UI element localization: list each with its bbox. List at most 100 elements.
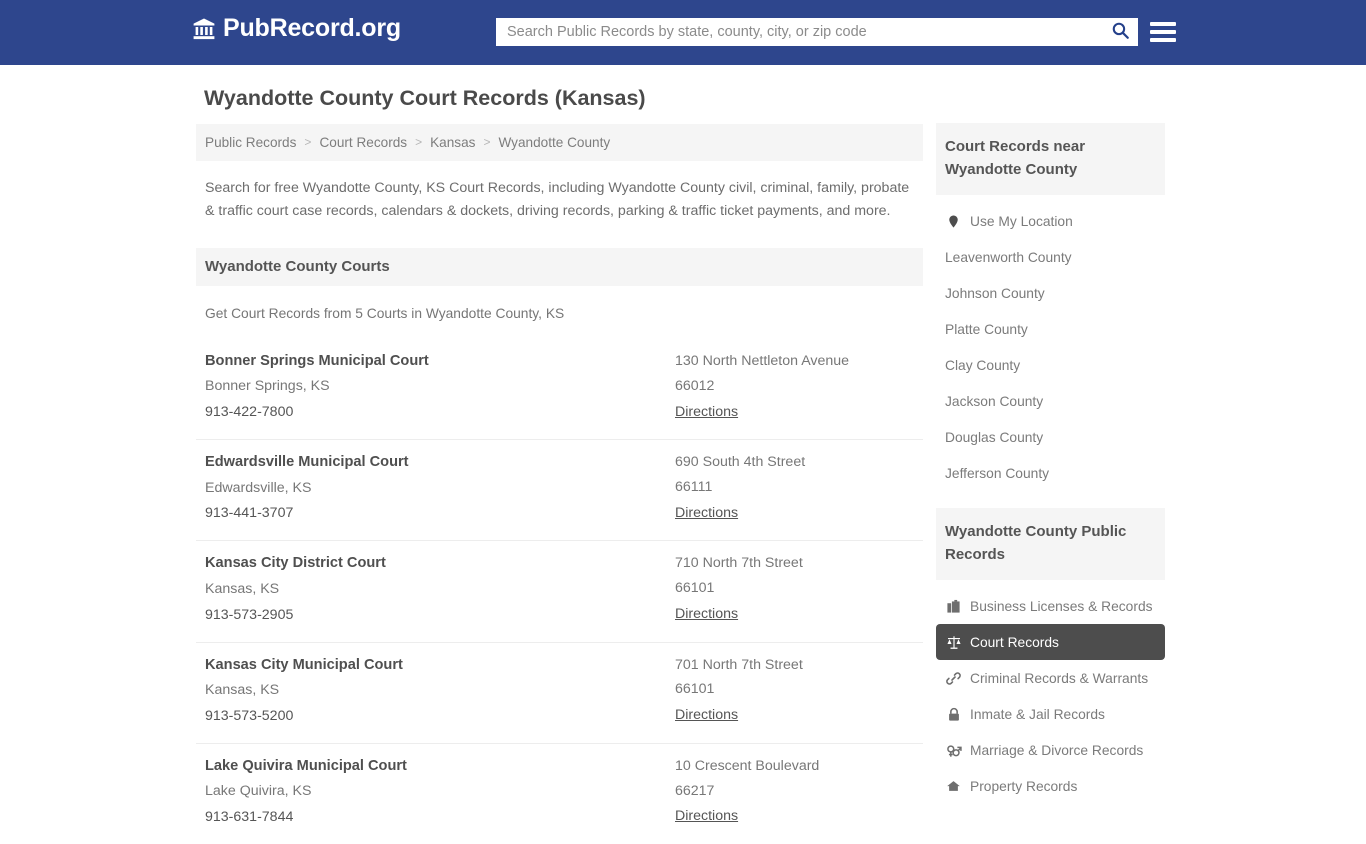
table-row: Lake Quivira Municipal Court Lake Quivir…	[196, 744, 923, 844]
sidebar-item-label: Property Records	[970, 778, 1078, 794]
briefcase-icon	[945, 598, 962, 615]
directions-link[interactable]: Directions	[675, 400, 738, 426]
table-row: Edwardsville Municipal Court Edwardsvill…	[196, 440, 923, 542]
breadcrumb-item-court-records[interactable]: Court Records	[319, 135, 407, 150]
sidebar-item-label: Jefferson County	[945, 465, 1050, 481]
hamburger-menu-icon[interactable]	[1150, 19, 1176, 45]
sidebar-item-business-licenses[interactable]: Business Licenses & Records	[936, 588, 1165, 624]
search-icon	[1111, 21, 1130, 43]
public-records-list: Business Licenses & Records Court Record…	[936, 588, 1165, 804]
hamburger-bar	[1150, 38, 1176, 42]
section-header-courts: Wyandotte County Courts	[196, 247, 923, 286]
courts-list: Bonner Springs Municipal Court Bonner Sp…	[196, 339, 923, 844]
breadcrumb-separator: >	[483, 135, 491, 150]
sidebar-item-johnson-county[interactable]: Johnson County	[936, 275, 1165, 311]
court-zip: 66101	[675, 681, 715, 698]
search-button[interactable]	[1102, 18, 1138, 46]
sidebar-item-jefferson-county[interactable]: Jefferson County	[936, 455, 1165, 491]
sidebar-item-label: Jackson County	[945, 393, 1044, 409]
court-details: Lake Quivira Municipal Court Lake Quivir…	[205, 754, 675, 831]
court-name-link[interactable]: Lake Quivira Municipal Court	[205, 754, 675, 780]
court-address: 10 Crescent Boulevard	[675, 757, 820, 774]
directions-link[interactable]: Directions	[675, 703, 738, 729]
sidebar-item-inmate-jail-records[interactable]: Inmate & Jail Records	[936, 696, 1165, 732]
court-details: Edwardsville Municipal Court Edwardsvill…	[205, 450, 675, 527]
sidebar-item-clay-county[interactable]: Clay County	[936, 347, 1165, 383]
court-city-state: Bonner Springs, KS	[205, 378, 330, 395]
sidebar-item-leavenworth-county[interactable]: Leavenworth County	[936, 239, 1165, 275]
page-body: Wyandotte County Court Records (Kansas) …	[0, 65, 1366, 825]
court-details: Kansas City District Court Kansas, KS 91…	[205, 551, 675, 628]
table-row: Kansas City Municipal Court Kansas, KS 9…	[196, 643, 923, 744]
sidebar-item-label: Marriage & Divorce Records	[970, 742, 1144, 758]
sidebar-item-label: Johnson County	[945, 285, 1045, 301]
sidebar-header-nearby: Court Records near Wyandotte County	[936, 123, 1165, 195]
sidebar-item-property-records[interactable]: Property Records	[936, 768, 1165, 804]
court-city-state: Lake Quivira, KS	[205, 783, 312, 800]
sidebar-item-douglas-county[interactable]: Douglas County	[936, 419, 1165, 455]
breadcrumb-separator: >	[415, 135, 423, 150]
site-logo-text: PubRecord.org	[223, 14, 401, 42]
court-address-block: 701 North 7th Street 66101 Directions	[675, 653, 914, 730]
sidebar-item-label: Court Records	[970, 634, 1059, 650]
breadcrumb-item-public-records[interactable]: Public Records	[205, 135, 296, 150]
table-row: Kansas City District Court Kansas, KS 91…	[196, 541, 923, 643]
site-logo-link[interactable]: PubRecord.org	[192, 16, 401, 41]
main-content: Wyandotte County Court Records (Kansas) …	[196, 85, 923, 844]
court-zip: 66012	[675, 377, 715, 394]
hamburger-bar	[1150, 22, 1176, 26]
sidebar-item-platte-county[interactable]: Platte County	[936, 311, 1165, 347]
court-phone[interactable]: 913-573-2905	[205, 607, 293, 623]
sidebar-item-label: Inmate & Jail Records	[970, 706, 1105, 722]
breadcrumb: Public Records > Court Records > Kansas …	[196, 123, 923, 161]
sidebar-item-label: Douglas County	[945, 429, 1044, 445]
court-address-block: 710 North 7th Street 66101 Directions	[675, 551, 914, 628]
court-address-block: 130 North Nettleton Avenue 66012 Directi…	[675, 349, 914, 426]
chain-link-icon	[945, 670, 962, 687]
court-zip: 66217	[675, 782, 715, 799]
sidebar-item-label: Leavenworth County	[945, 249, 1072, 265]
court-name-link[interactable]: Kansas City District Court	[205, 551, 675, 577]
house-icon	[945, 778, 962, 795]
directions-link[interactable]: Directions	[675, 501, 738, 527]
directions-link[interactable]: Directions	[675, 602, 738, 628]
court-details: Bonner Springs Municipal Court Bonner Sp…	[205, 349, 675, 426]
court-name-link[interactable]: Kansas City Municipal Court	[205, 653, 675, 679]
site-header: PubRecord.org	[0, 0, 1366, 65]
sidebar-item-label: Clay County	[945, 357, 1021, 373]
search-input[interactable]	[496, 18, 1102, 46]
court-address: 690 South 4th Street	[675, 454, 806, 471]
breadcrumb-item-kansas[interactable]: Kansas	[430, 135, 475, 150]
court-name-link[interactable]: Bonner Springs Municipal Court	[205, 349, 675, 375]
directions-link[interactable]: Directions	[675, 804, 738, 830]
court-phone[interactable]: 913-631-7844	[205, 809, 293, 825]
sidebar-item-court-records[interactable]: Court Records	[936, 624, 1165, 660]
court-phone[interactable]: 913-422-7800	[205, 404, 293, 420]
sidebar-item-jackson-county[interactable]: Jackson County	[936, 383, 1165, 419]
sidebar-item-use-my-location[interactable]: Use My Location	[936, 203, 1165, 239]
bank-building-icon	[192, 17, 216, 41]
nearby-counties-list: Use My Location Leavenworth County Johns…	[936, 203, 1165, 491]
court-name-link[interactable]: Edwardsville Municipal Court	[205, 450, 675, 476]
map-pin-icon	[945, 213, 962, 230]
sidebar-item-label: Criminal Records & Warrants	[970, 670, 1149, 686]
court-address-block: 10 Crescent Boulevard 66217 Directions	[675, 754, 914, 831]
breadcrumb-item-wyandotte-county[interactable]: Wyandotte County	[498, 135, 610, 150]
sidebar-item-criminal-records[interactable]: Criminal Records & Warrants	[936, 660, 1165, 696]
court-city-state: Kansas, KS	[205, 682, 280, 699]
court-phone[interactable]: 913-441-3707	[205, 505, 293, 521]
scales-of-justice-icon	[945, 634, 962, 651]
page-description: Search for free Wyandotte County, KS Cou…	[205, 179, 910, 219]
sidebar-item-marriage-divorce-records[interactable]: Marriage & Divorce Records	[936, 732, 1165, 768]
court-phone[interactable]: 913-573-5200	[205, 708, 293, 724]
court-details: Kansas City Municipal Court Kansas, KS 9…	[205, 653, 675, 730]
padlock-icon	[945, 706, 962, 723]
page-title: Wyandotte County Court Records (Kansas)	[204, 86, 646, 110]
court-city-state: Edwardsville, KS	[205, 479, 312, 496]
breadcrumb-separator: >	[304, 135, 312, 150]
sidebar: Court Records near Wyandotte County Use …	[936, 123, 1165, 804]
court-address-block: 690 South 4th Street 66111 Directions	[675, 450, 914, 527]
sidebar-item-label: Business Licenses & Records	[970, 598, 1153, 614]
hamburger-bar	[1150, 30, 1176, 34]
court-zip: 66111	[675, 478, 713, 495]
